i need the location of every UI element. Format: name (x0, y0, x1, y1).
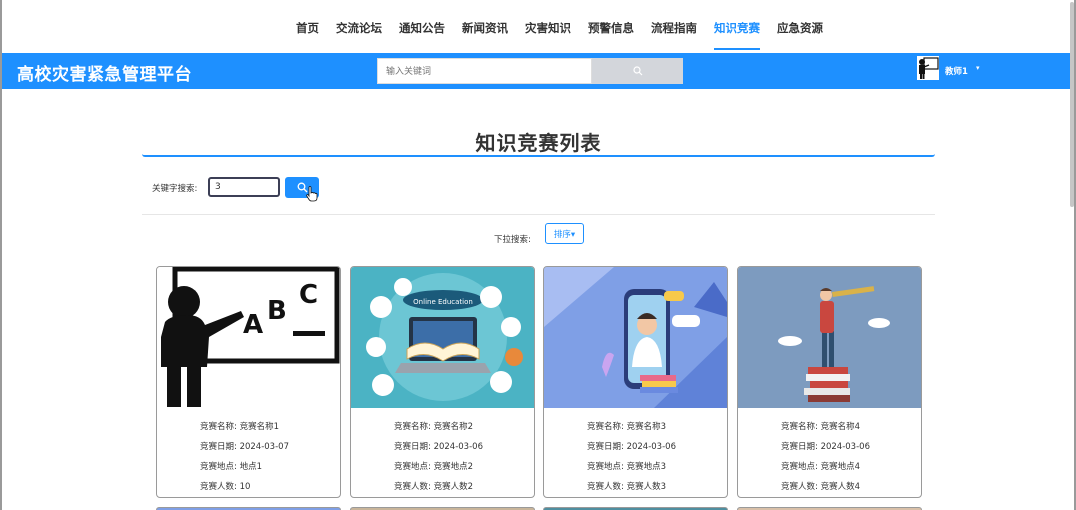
nav-item-warning[interactable]: 预警信息 (588, 20, 634, 50)
user-name[interactable]: 教师1 (945, 65, 968, 77)
header-search-box (377, 58, 592, 84)
contest-name-label: 竞赛名称: (781, 422, 818, 432)
contest-info: 竞赛名称: 竞赛名称4 竞赛日期: 2024-03-06 竞赛地点: 竞赛地点4… (781, 417, 870, 497)
contest-place: 地点1 (239, 462, 262, 472)
contest-date: 2024-03-06 (626, 442, 676, 452)
title-underline (142, 154, 935, 157)
contest-count-label: 竞赛人数: (200, 482, 237, 492)
contest-count: 10 (239, 482, 251, 492)
top-nav: 首页 交流论坛 通知公告 新闻资讯 灾害知识 预警信息 流程指南 知识竞赛 应急… (2, 0, 1074, 53)
nav-item-resources[interactable]: 应急资源 (777, 20, 823, 50)
site-brand[interactable]: 高校灾害紧急管理平台 (17, 60, 192, 85)
scrollbar-thumb[interactable] (1070, 2, 1074, 207)
dropdown-search-label: 下拉搜索: (494, 235, 531, 245)
sort-dropdown-button[interactable]: 排序▾ (545, 223, 584, 244)
contest-name: 竞赛名称4 (820, 422, 860, 432)
contest-name: 竞赛名称1 (239, 422, 279, 432)
nav-item-forum[interactable]: 交流论坛 (336, 20, 382, 50)
contest-place-label: 竞赛地点: (587, 462, 624, 472)
contest-image (544, 267, 727, 408)
online-education-illustration: Online Education (351, 267, 534, 408)
contest-place-label: 竞赛地点: (394, 462, 431, 472)
search-icon (632, 66, 642, 76)
contest-name: 竞赛名称3 (626, 422, 666, 432)
contest-count-label: 竞赛人数: (587, 482, 624, 492)
online-education-banner: Online Education (413, 298, 473, 306)
contest-date-label: 竞赛日期: (394, 442, 431, 452)
contest-place: 竞赛地点3 (626, 462, 666, 472)
header-bar: 高校灾害紧急管理平台 教师1 ▾ (2, 53, 1074, 89)
contest-info: 竞赛名称: 竞赛名称3 竞赛日期: 2024-03-06 竞赛地点: 竞赛地点3… (587, 417, 676, 497)
contest-image: A B C (157, 267, 340, 408)
nav-menu: 首页 交流论坛 通知公告 新闻资讯 灾害知识 预警信息 流程指南 知识竞赛 应急… (296, 20, 840, 50)
contest-image: Online Education (351, 267, 534, 408)
contest-date-label: 竞赛日期: (587, 442, 624, 452)
teacher-blackboard-illustration: A B C (157, 267, 340, 408)
nav-item-news[interactable]: 新闻资讯 (462, 20, 508, 50)
online-teacher-illustration (544, 267, 727, 408)
contest-count-label: 竞赛人数: (394, 482, 431, 492)
contest-date-label: 竞赛日期: (781, 442, 818, 452)
avatar[interactable] (917, 56, 939, 80)
contest-card[interactable]: 竞赛名称: 竞赛名称4 竞赛日期: 2024-03-06 竞赛地点: 竞赛地点4… (737, 266, 922, 498)
teacher-avatar-icon (917, 56, 939, 80)
contest-date: 2024-03-07 (239, 442, 289, 452)
contest-date: 2024-03-06 (820, 442, 870, 452)
header-search-input[interactable] (378, 60, 591, 84)
contest-place-label: 竞赛地点: (781, 462, 818, 472)
page-scrollbar[interactable] (1068, 0, 1074, 510)
nav-item-disaster-knowledge[interactable]: 灾害知识 (525, 20, 571, 50)
letter-c: C (299, 280, 318, 310)
contest-place: 竞赛地点4 (820, 462, 860, 472)
keyword-search-label: 关键字搜索: (152, 184, 198, 194)
section-divider (142, 214, 935, 215)
contest-name-label: 竞赛名称: (394, 422, 431, 432)
contest-card[interactable]: A B C 竞赛名称: 竞赛名称1 竞赛日期: 2024-03-07 竞赛地点:… (156, 266, 341, 498)
browser-frame: 首页 交流论坛 通知公告 新闻资讯 灾害知识 预警信息 流程指南 知识竞赛 应急… (0, 0, 1076, 510)
keyword-search-input[interactable]: 3 (208, 177, 280, 197)
hand-cursor-icon (306, 186, 318, 202)
contest-date-label: 竞赛日期: (200, 442, 237, 452)
nav-item-contest[interactable]: 知识竞赛 (714, 20, 760, 50)
nav-item-notice[interactable]: 通知公告 (399, 20, 445, 50)
contest-name-label: 竞赛名称: (587, 422, 624, 432)
contest-card[interactable]: Online Education 竞赛名称: 竞赛名称2 竞赛日期: 2024-… (350, 266, 535, 498)
contest-info: 竞赛名称: 竞赛名称1 竞赛日期: 2024-03-07 竞赛地点: 地点1 竞… (200, 417, 289, 497)
nav-item-home[interactable]: 首页 (296, 20, 319, 50)
contest-info: 竞赛名称: 竞赛名称2 竞赛日期: 2024-03-06 竞赛地点: 竞赛地点2… (394, 417, 483, 497)
header-search-button[interactable] (592, 58, 683, 84)
letter-b: B (267, 296, 287, 326)
contest-place: 竞赛地点2 (433, 462, 473, 472)
telescope-books-illustration (738, 267, 921, 408)
contest-image (738, 267, 921, 408)
contest-name-label: 竞赛名称: (200, 422, 237, 432)
contest-date: 2024-03-06 (433, 442, 483, 452)
contest-count: 竞赛人数4 (820, 482, 860, 492)
letter-a: A (243, 310, 263, 340)
nav-item-guide[interactable]: 流程指南 (651, 20, 697, 50)
contest-place-label: 竞赛地点: (200, 462, 237, 472)
contest-name: 竞赛名称2 (433, 422, 473, 432)
contest-card[interactable]: 竞赛名称: 竞赛名称3 竞赛日期: 2024-03-06 竞赛地点: 竞赛地点3… (543, 266, 728, 498)
contest-count: 竞赛人数3 (626, 482, 666, 492)
chevron-down-icon[interactable]: ▾ (976, 64, 980, 72)
contest-count-label: 竞赛人数: (781, 482, 818, 492)
contest-count: 竞赛人数2 (433, 482, 473, 492)
page-title: 知识竞赛列表 (475, 131, 602, 155)
